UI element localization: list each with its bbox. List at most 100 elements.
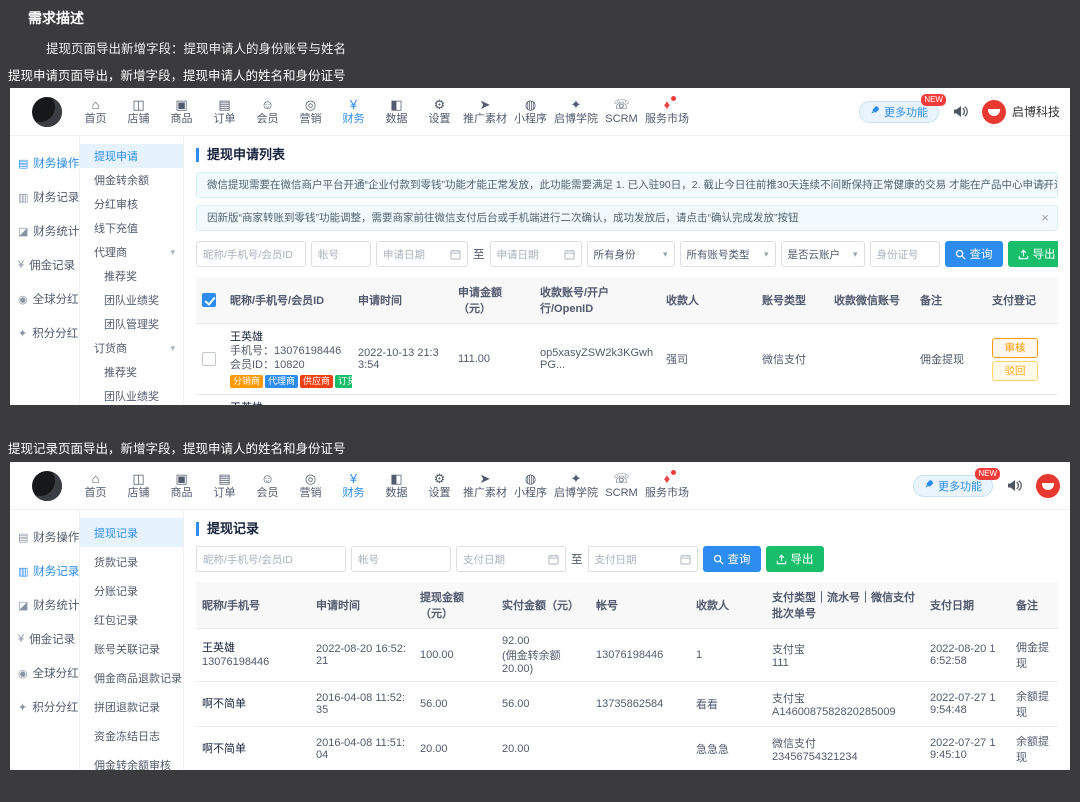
more-features-button[interactable]: 更多功能 NEW (913, 467, 1000, 497)
menu-item-5[interactable]: 佣金商品退款记录 (80, 663, 183, 692)
nav-item-promo[interactable]: ➤ 推广素材 (461, 97, 509, 126)
top-nav: ⌂ 首页 ◫ 店铺 ▣ 商品 ▤ 订单 ☺ 会员 ◎ 营销 ¥ 财务 ◧ 数据 ⚙ 设置 ➤ 推广素材 ◍ 小程序 ✦ 启博学… (10, 88, 1070, 136)
member-icon: ☺ (260, 97, 275, 112)
menu-item-5[interactable]: 推荐奖 (80, 264, 183, 288)
nav-item-scrm[interactable]: ☏ SCRM (600, 471, 643, 500)
nav-item-marketing[interactable]: ◎ 营销 (289, 97, 332, 126)
sidebar-item-records[interactable]: ▥ 财务记录 (10, 554, 79, 588)
pay-date-start[interactable]: 支付日期 (456, 546, 566, 572)
search-button[interactable]: 查询 (944, 241, 1003, 267)
nav-item-data[interactable]: ◧ 数据 (375, 97, 418, 126)
nav-item-college[interactable]: ✦ 启博学院 (552, 471, 600, 500)
nav-item-miniapp[interactable]: ◍ 小程序 (509, 471, 552, 500)
nav-item-goods[interactable]: ▣ 商品 (160, 471, 203, 500)
sidebar-item-ops[interactable]: ▤ 财务操作 (10, 520, 79, 554)
nav-item-market[interactable]: ♦ 服务市场 (643, 470, 691, 500)
menu-item-0[interactable]: 提现申请 (80, 144, 183, 168)
nav-item-order[interactable]: ▤ 订单 (203, 471, 246, 500)
nav-item-miniapp[interactable]: ◍ 小程序 (509, 97, 552, 126)
menu-item-7[interactable]: 资金冻结日志 (80, 721, 183, 750)
cloud-account-select[interactable]: 是否云账户 ▾ (780, 241, 865, 267)
nav-item-finance[interactable]: ¥ 财务 (332, 471, 375, 500)
rocket-icon (924, 479, 934, 492)
close-icon[interactable]: × (1041, 206, 1049, 230)
approve-button[interactable]: 审核 (992, 337, 1038, 358)
menu-item-4[interactable]: 代理商 ▾ (80, 240, 183, 264)
menu-item-1[interactable]: 货款记录 (80, 547, 183, 576)
menu-item-label: 分红审核 (94, 199, 138, 211)
nav-item-label: 服务市场 (645, 113, 689, 125)
menu-item-2[interactable]: 分账记录 (80, 576, 183, 605)
nav-item-shop[interactable]: ◫ 店铺 (117, 97, 160, 126)
sidebar-item-stats[interactable]: ◪ 财务统计 (10, 214, 79, 248)
actions-cell: 审核驳回 (986, 323, 1058, 395)
nav-item-member[interactable]: ☺ 会员 (246, 97, 289, 126)
export-button[interactable]: 导出 (1007, 241, 1058, 267)
nav-item-goods[interactable]: ▣ 商品 (160, 97, 203, 126)
nav-item-label: 小程序 (514, 487, 547, 499)
menu-item-label: 团队业绩奖 (104, 391, 159, 403)
goods-icon: ▣ (175, 97, 188, 112)
more-features-button[interactable]: 更多功能 NEW (858, 93, 946, 123)
announcement-icon[interactable] (953, 105, 968, 118)
menu-item-1[interactable]: 佣金转余额 (80, 168, 183, 192)
nav-item-market[interactable]: ♦ 服务市场 (643, 96, 691, 126)
nav-item-shop[interactable]: ◫ 店铺 (117, 471, 160, 500)
menu-item-7[interactable]: 团队管理奖 (80, 312, 183, 336)
identity-select[interactable]: 所有身份 ▾ (586, 241, 675, 267)
account-type-select[interactable]: 所有账号类型 ▾ (679, 241, 776, 267)
menu-item-9[interactable]: 推荐奖 (80, 360, 183, 384)
nav-item-label: 推广素材 (463, 487, 507, 499)
button-label: 查询 (727, 554, 751, 566)
row-checkbox[interactable] (202, 352, 216, 366)
nav-item-home[interactable]: ⌂ 首页 (74, 97, 117, 126)
menu-item-8[interactable]: 订货商 ▾ (80, 336, 183, 360)
nav-item-order[interactable]: ▤ 订单 (203, 97, 246, 126)
nav-item-settings[interactable]: ⚙ 设置 (418, 471, 461, 500)
brand-logo-icon (1036, 473, 1060, 498)
sidebar-item-globe[interactable]: ◉ 全球分红 (10, 656, 79, 690)
sidebar-item-points[interactable]: ✦ 积分分红 (10, 690, 79, 724)
export-button[interactable]: 导出 (765, 546, 824, 572)
sidebar-item-points[interactable]: ✦ 积分分红 (10, 316, 79, 350)
sidebar-item-label: 财务操作 (33, 532, 80, 544)
id-number-input[interactable]: 身份证号 (869, 241, 940, 267)
apply-date-end[interactable]: 申请日期 (489, 241, 582, 267)
menu-item-label: 佣金商品退款记录 (94, 672, 182, 685)
menu-item-2[interactable]: 分红审核 (80, 192, 183, 216)
select-all-checkbox[interactable] (202, 293, 216, 307)
nav-item-promo[interactable]: ➤ 推广素材 (461, 471, 509, 500)
nav-item-data[interactable]: ◧ 数据 (375, 471, 418, 500)
menu-item-4[interactable]: 账号关联记录 (80, 634, 183, 663)
sidebar-item-commission[interactable]: ¥ 佣金记录 (10, 248, 79, 282)
menu-item-6[interactable]: 团队业绩奖 (80, 288, 183, 312)
pay-date-end[interactable]: 支付日期 (587, 546, 698, 572)
menu-item-10[interactable]: 团队业绩奖 (80, 384, 183, 405)
reject-button[interactable]: 驳回 (992, 360, 1038, 381)
sidebar-item-ops[interactable]: ▤ 财务操作 (10, 146, 79, 180)
nav-item-finance[interactable]: ¥ 财务 (332, 97, 375, 126)
menu-item-3[interactable]: 线下充值 (80, 216, 183, 240)
menu-item-8[interactable]: 佣金转余额审核 (80, 750, 183, 771)
apply-date-start[interactable]: 申请日期 (376, 241, 468, 267)
close-icon[interactable]: × (1041, 173, 1049, 197)
sidebar-item-records[interactable]: ▥ 财务记录 (10, 180, 79, 214)
account-input[interactable]: 帐号 (311, 241, 371, 267)
nav-item-scrm[interactable]: ☏ SCRM (600, 97, 643, 126)
keyword-input[interactable]: 昵称/手机号/会员ID (196, 546, 346, 572)
menu-item-0[interactable]: 提现记录 (80, 518, 183, 547)
announcement-icon[interactable] (1007, 479, 1022, 492)
nav-item-marketing[interactable]: ◎ 营销 (289, 471, 332, 500)
sidebar-item-stats[interactable]: ◪ 财务统计 (10, 588, 79, 622)
nav-item-college[interactable]: ✦ 启博学院 (552, 97, 600, 126)
account-input[interactable]: 帐号 (351, 546, 451, 572)
nav-item-member[interactable]: ☺ 会员 (246, 471, 289, 500)
menu-item-6[interactable]: 拼团退款记录 (80, 692, 183, 721)
nav-item-home[interactable]: ⌂ 首页 (74, 471, 117, 500)
nav-item-settings[interactable]: ⚙ 设置 (418, 97, 461, 126)
keyword-input[interactable]: 昵称/手机号/会员ID (196, 241, 306, 267)
sidebar-item-commission[interactable]: ¥ 佣金记录 (10, 622, 79, 656)
sidebar-item-globe[interactable]: ◉ 全球分红 (10, 282, 79, 316)
search-button[interactable]: 查询 (702, 546, 761, 572)
menu-item-3[interactable]: 红包记录 (80, 605, 183, 634)
